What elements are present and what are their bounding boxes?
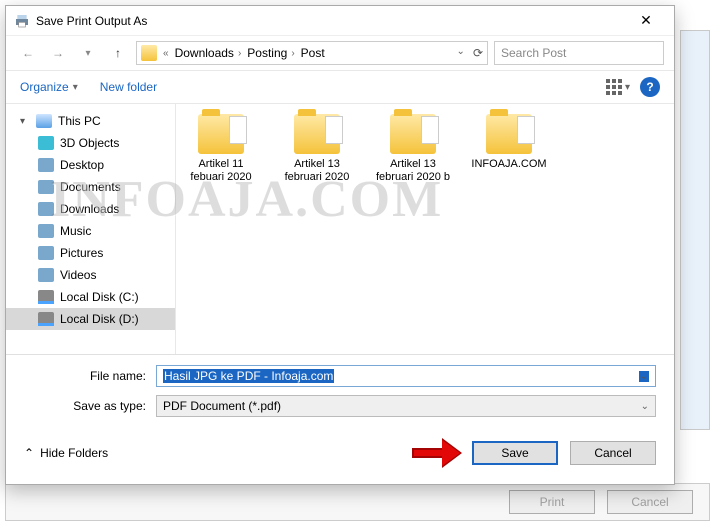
savetype-label: Save as type: <box>66 399 156 413</box>
filename-label: File name: <box>66 369 156 383</box>
tree-item-label: Desktop <box>60 158 104 172</box>
tree-item-icon <box>38 246 54 260</box>
crumb-2[interactable]: Post <box>301 46 325 60</box>
printer-icon <box>14 13 30 29</box>
hide-folders-button[interactable]: ⌃ Hide Folders <box>24 446 108 460</box>
search-input[interactable]: Search Post <box>494 41 664 65</box>
dialog-title: Save Print Output As <box>36 14 147 28</box>
back-button[interactable]: ← <box>16 41 40 65</box>
file-label: Artikel 13 februari 2020 <box>278 158 356 184</box>
tree-item-5[interactable]: Pictures <box>6 242 175 264</box>
file-label: Artikel 11 febuari 2020 <box>182 158 260 184</box>
crumb-0[interactable]: Downloads› <box>175 46 242 60</box>
tree-item-7[interactable]: Local Disk (C:) <box>6 286 175 308</box>
file-label: INFOAJA.COM <box>470 158 548 171</box>
chevron-up-icon: ⌃ <box>24 446 34 460</box>
toolbar: Organize ▾ New folder ▾ ? <box>6 70 674 104</box>
tree-this-pc[interactable]: ▾ This PC <box>6 110 175 132</box>
close-button[interactable]: ✕ <box>626 12 666 29</box>
forward-button: → <box>46 41 70 65</box>
tree-item-icon <box>38 180 54 194</box>
tree-item-icon <box>38 136 54 150</box>
tree-item-label: Local Disk (D:) <box>60 312 139 326</box>
footer: ⌃ Hide Folders Save Cancel <box>6 431 674 479</box>
save-dialog: Save Print Output As ✕ ← → ▾ ↑ « Downloa… <box>5 5 675 485</box>
organize-menu[interactable]: Organize ▾ <box>20 80 78 94</box>
filename-input[interactable]: Hasil JPG ke PDF - Infoaja.com ⌄ <box>156 365 656 387</box>
tree-item-6[interactable]: Videos <box>6 264 175 286</box>
file-label: Artikel 13 februari 2020 b <box>374 158 452 184</box>
tree-label: This PC <box>58 114 101 128</box>
tree-item-label: Documents <box>60 180 121 194</box>
tree-item-icon <box>38 290 54 304</box>
tree-item-label: 3D Objects <box>60 136 119 150</box>
tree-item-icon <box>38 268 54 282</box>
cancel-button[interactable]: Cancel <box>570 441 656 465</box>
nav-tree[interactable]: ▾ This PC 3D Objects Desktop Documents Down… <box>6 104 176 354</box>
tree-item-label: Local Disk (C:) <box>60 290 139 304</box>
folder-icon <box>198 114 244 154</box>
tree-item-icon <box>38 202 54 216</box>
fields: File name: Hasil JPG ke PDF - Infoaja.co… <box>6 354 674 431</box>
tree-item-0[interactable]: 3D Objects <box>6 132 175 154</box>
search-placeholder: Search Post <box>501 46 566 60</box>
tree-item-1[interactable]: Desktop <box>6 154 175 176</box>
file-item-0[interactable]: Artikel 11 febuari 2020 <box>182 114 260 184</box>
tree-item-3[interactable]: Downloads <box>6 198 175 220</box>
address-bar[interactable]: « Downloads› Posting› Post ⌄ ⟳ <box>136 41 488 65</box>
file-item-1[interactable]: Artikel 13 februari 2020 <box>278 114 356 184</box>
background-window <box>680 30 710 430</box>
folder-icon <box>294 114 340 154</box>
up-button[interactable]: ↑ <box>106 41 130 65</box>
folder-icon <box>390 114 436 154</box>
annotation-arrow <box>412 443 460 463</box>
folder-icon <box>141 45 157 61</box>
file-item-3[interactable]: INFOAJA.COM <box>470 114 548 184</box>
tree-item-8[interactable]: Local Disk (D:) <box>6 308 175 330</box>
refresh-icon[interactable]: ⟳ <box>473 46 483 60</box>
tree-item-4[interactable]: Music <box>6 220 175 242</box>
file-pane[interactable]: Artikel 11 febuari 2020 Artikel 13 februa… <box>176 104 674 354</box>
new-folder-button[interactable]: New folder <box>100 80 157 94</box>
filename-dropdown-icon[interactable]: ⌄ <box>639 371 649 382</box>
folder-icon <box>486 114 532 154</box>
dialog-body: ▾ This PC 3D Objects Desktop Documents Down… <box>6 104 674 354</box>
bg-cancel-button[interactable]: Cancel <box>607 490 693 514</box>
background-footer: Print Cancel <box>5 483 710 521</box>
chevron-icon: « <box>163 48 169 59</box>
tree-item-label: Pictures <box>60 246 103 260</box>
file-item-2[interactable]: Artikel 13 februari 2020 b <box>374 114 452 184</box>
recent-dropdown[interactable]: ▾ <box>76 41 100 65</box>
address-dropdown-icon[interactable]: ⌄ <box>457 46 465 60</box>
tree-item-icon <box>38 158 54 172</box>
tree-item-label: Music <box>60 224 91 238</box>
save-button[interactable]: Save <box>472 441 558 465</box>
tree-item-icon <box>38 312 54 326</box>
tree-item-2[interactable]: Documents <box>6 176 175 198</box>
tree-item-label: Downloads <box>60 202 119 216</box>
expand-icon[interactable]: ▾ <box>20 116 30 127</box>
tree-item-icon <box>38 224 54 238</box>
crumb-1[interactable]: Posting› <box>247 46 294 60</box>
titlebar: Save Print Output As ✕ <box>6 6 674 36</box>
nav-row: ← → ▾ ↑ « Downloads› Posting› Post ⌄ ⟳ S… <box>6 36 674 70</box>
help-icon[interactable]: ? <box>640 77 660 97</box>
savetype-dropdown-icon: ⌄ <box>641 401 649 412</box>
view-options-button[interactable]: ▾ <box>606 79 630 95</box>
savetype-select[interactable]: PDF Document (*.pdf) ⌄ <box>156 395 656 417</box>
tree-item-label: Videos <box>60 268 96 282</box>
bg-print-button[interactable]: Print <box>509 490 595 514</box>
pc-icon <box>36 114 52 128</box>
